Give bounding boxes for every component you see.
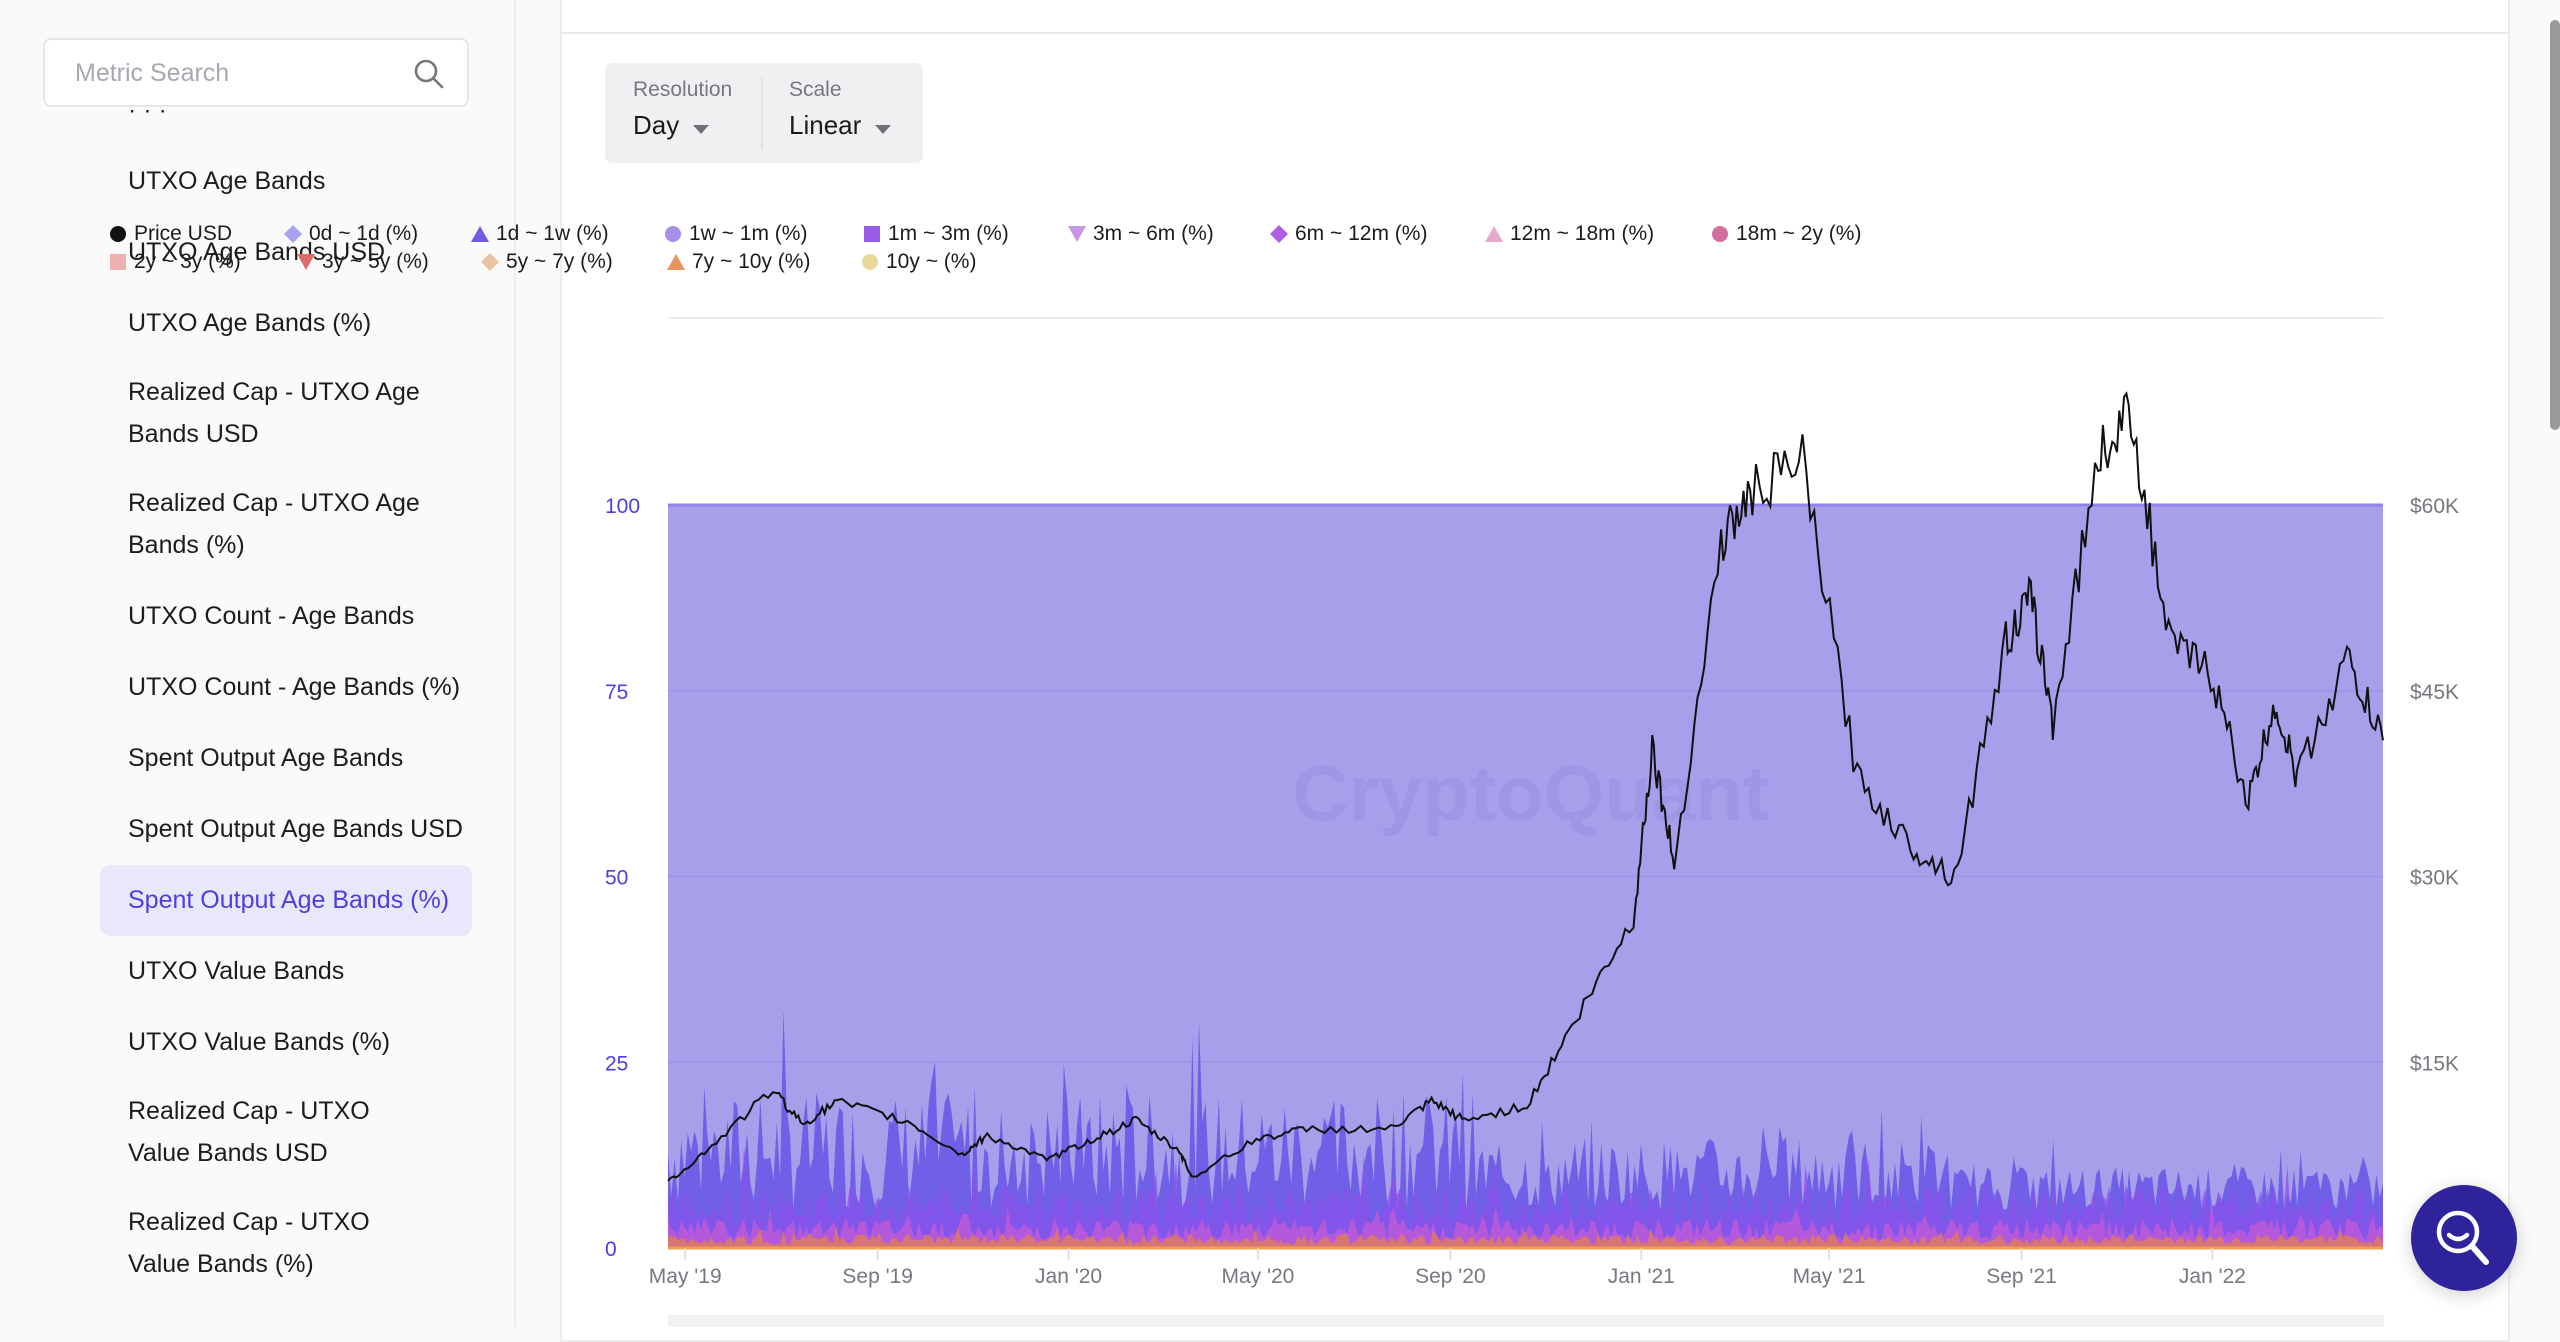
x-tick-label: May '21 [1793,1265,1866,1288]
x-tick-label: May '19 [649,1265,722,1288]
y-left-tick-label: 25 [605,1052,628,1075]
x-tick-label: Sep '20 [1415,1265,1486,1288]
y-left-tick-label: 75 [605,681,628,704]
y-left-tick-label: 100 [605,495,640,518]
date-range-navigator[interactable] [668,1315,2384,1327]
y-right-tick-label: $30K [2410,867,2459,890]
x-tick-label: Sep '19 [842,1265,913,1288]
x-tick-label: Jan '21 [1608,1265,1675,1288]
y-right-tick-label: $45K [2410,681,2459,704]
chart-svg: CryptoQuant 0 25 50 75 100 $15K $30K $45K $60K May… [605,317,2459,1288]
x-tick-label: Jan '20 [1035,1265,1102,1288]
y-left-tick-label: 50 [605,867,628,890]
search-assistant-button[interactable] [2411,1185,2517,1291]
y-right-tick-label: $15K [2410,1052,2459,1075]
y-left-tick-label: 0 [605,1238,617,1261]
x-tick-label: May '20 [1221,1265,1294,1288]
watermark: CryptoQuant [1292,749,1769,837]
x-tick-label: Jan '22 [2179,1265,2246,1288]
page-scrollbar[interactable] [2550,20,2560,430]
search-smile-icon [2436,1210,2489,1265]
y-right-tick-label: $60K [2410,495,2459,518]
x-tick-label: Sep '21 [1986,1265,2057,1288]
